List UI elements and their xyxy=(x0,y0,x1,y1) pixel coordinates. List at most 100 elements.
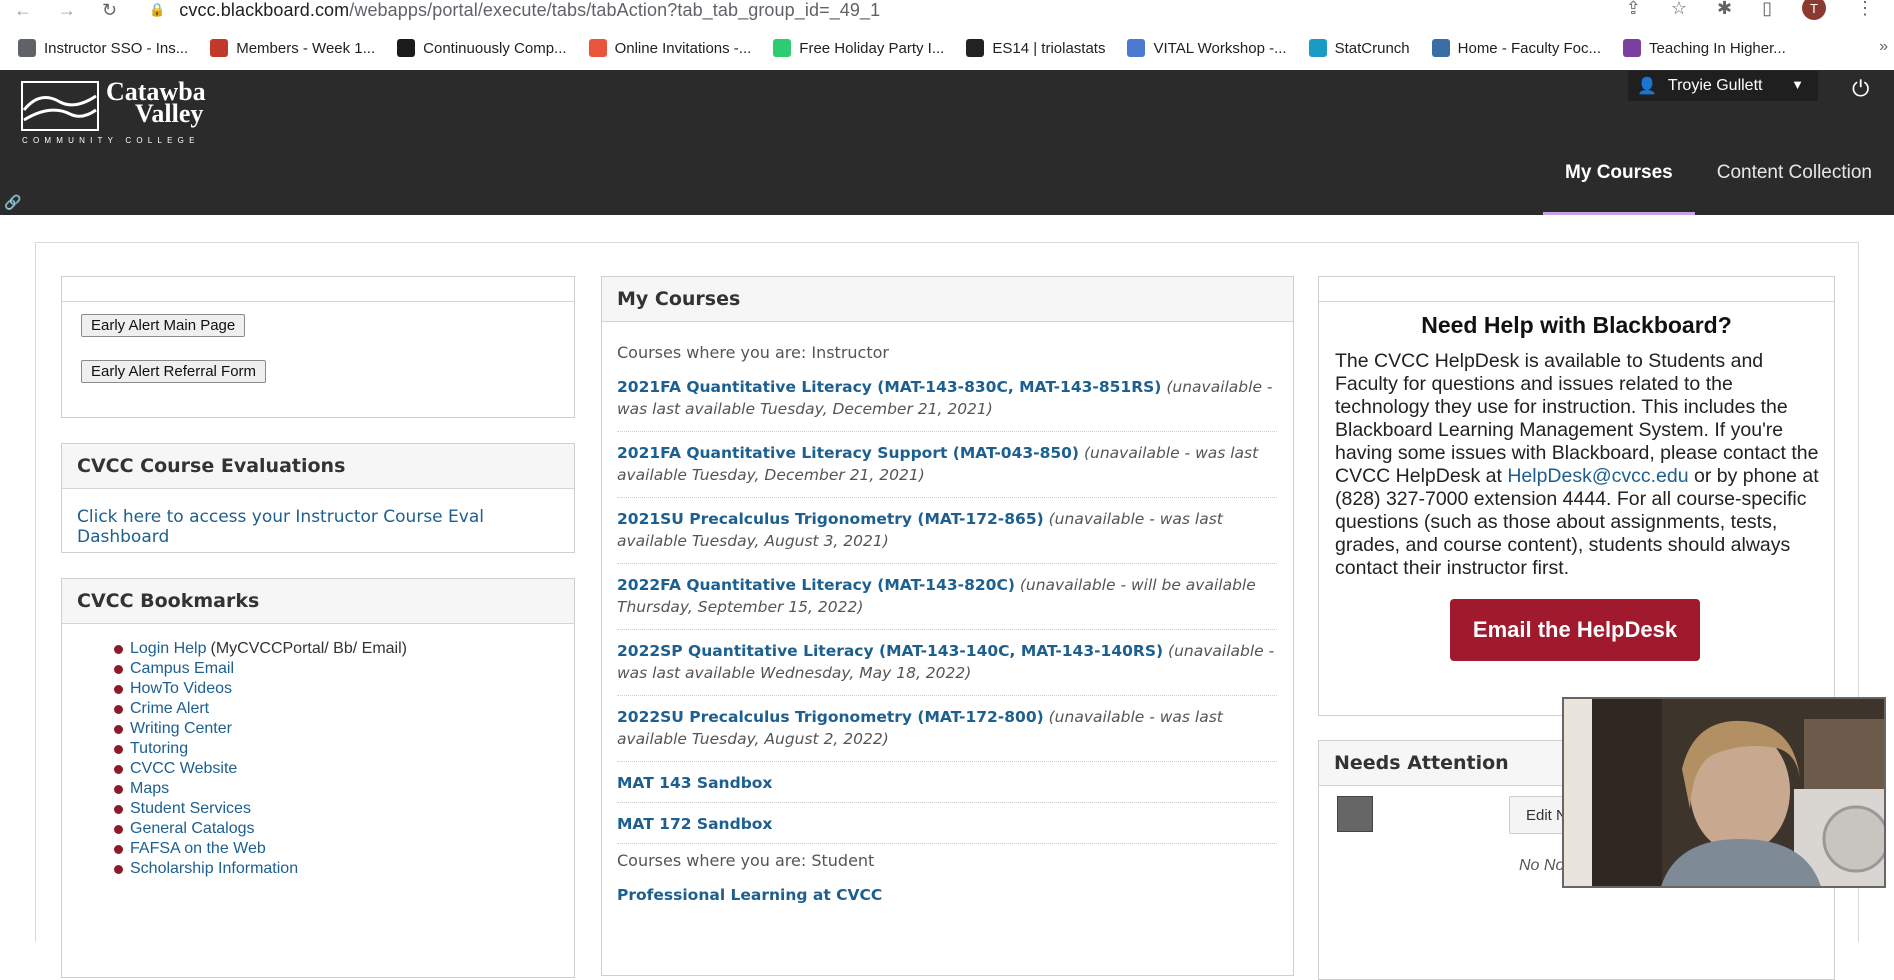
bookmark-item[interactable]: StatCrunch xyxy=(1308,39,1410,57)
bookmark-link[interactable]: Student Services xyxy=(130,800,251,818)
course-item: 2021SU Precalculus Trigonometry (MAT-172… xyxy=(617,506,1277,564)
bookmark-favicon-icon xyxy=(210,39,229,57)
course-link[interactable]: MAT 143 Sandbox xyxy=(617,774,772,792)
user-menu[interactable]: 👤 Troyie Gullett ▼ xyxy=(1628,71,1818,101)
bookmark-link[interactable]: Scholarship Information xyxy=(130,860,298,878)
role-heading: Courses where you are: Instructor xyxy=(617,343,889,362)
bookmark-link[interactable]: Crime Alert xyxy=(130,700,209,718)
course-link[interactable]: MAT 172 Sandbox xyxy=(617,815,772,833)
bookmark-link[interactable]: FAFSA on the Web xyxy=(130,840,266,858)
course-item: 2021FA Quantitative Literacy Support (MA… xyxy=(617,440,1277,498)
bookmark-item[interactable]: Home - Faculty Foc... xyxy=(1431,39,1602,57)
bookmark-item[interactable]: Members - Week 1... xyxy=(210,39,375,57)
bookmark-label: Instructor SSO - Ins... xyxy=(44,39,189,57)
link-icon[interactable]: 🔗 xyxy=(4,194,21,211)
helpdesk-email-link[interactable]: HelpDesk@cvcc.edu xyxy=(1507,465,1688,487)
bookmark-link-item[interactable]: Student Services xyxy=(114,799,407,819)
url-host: cvcc.blackboard.com xyxy=(179,0,350,20)
bookmark-link-item[interactable]: FAFSA on the Web xyxy=(114,839,407,859)
bookmark-link-item[interactable]: General Catalogs xyxy=(114,819,407,839)
cvcc-logo[interactable]: Catawba Valley COMMUNITY COLLEGE xyxy=(20,79,206,145)
course-link[interactable]: Professional Learning at CVCC xyxy=(617,886,882,904)
course-link[interactable]: 2021SU Precalculus Trigonometry (MAT-172… xyxy=(617,510,1044,528)
bullet-icon xyxy=(114,744,123,754)
user-icon: 👤 xyxy=(1637,78,1657,95)
course-link[interactable]: 2022SU Precalculus Trigonometry (MAT-172… xyxy=(617,708,1044,726)
extensions-icon[interactable]: ✱ xyxy=(1717,0,1732,19)
bookmark-item[interactable]: Free Holiday Party I... xyxy=(773,39,944,57)
bookmark-label: Teaching In Higher... xyxy=(1649,39,1786,57)
bookmark-favicon-icon xyxy=(397,39,416,57)
bookmark-link[interactable]: Campus Email xyxy=(130,660,234,678)
bookmark-link[interactable]: Login Help xyxy=(130,640,207,658)
reload-icon[interactable]: ↻ xyxy=(102,1,117,19)
user-name: Troyie Gullett xyxy=(1667,77,1763,94)
bookmark-item[interactable]: Online Invitations -... xyxy=(588,39,751,57)
course-link[interactable]: 2022SP Quantitative Literacy (MAT-143-14… xyxy=(617,642,1163,660)
bookmark-link-item[interactable]: HowTo Videos xyxy=(114,679,407,699)
course-item: 2021FA Quantitative Literacy (MAT-143-83… xyxy=(617,374,1277,432)
browser-nav: ← → ↻ xyxy=(0,1,117,19)
bookmark-link-item[interactable]: Scholarship Information xyxy=(114,859,407,879)
bookmark-link[interactable]: General Catalogs xyxy=(130,820,255,838)
tab-content-collection[interactable]: Content Collection xyxy=(1695,130,1894,215)
bookmark-link-item[interactable]: Crime Alert xyxy=(114,699,407,719)
bookmark-item[interactable]: Teaching In Higher... xyxy=(1623,39,1786,57)
bookmark-link[interactable]: Maps xyxy=(130,780,169,798)
email-helpdesk-button[interactable]: Email the HelpDesk xyxy=(1450,599,1700,661)
bookmark-link-item[interactable]: Maps xyxy=(114,779,407,799)
bookmark-link-item[interactable]: Tutoring xyxy=(114,739,407,759)
logout-icon[interactable]: ⏻ xyxy=(1852,76,1869,102)
bookmark-label: Continuously Comp... xyxy=(423,39,567,57)
star-icon[interactable]: ☆ xyxy=(1671,0,1687,19)
bookmark-link-item[interactable]: Login Help (MyCVCCPortal/ Bb/ Email) xyxy=(114,639,407,659)
course-link[interactable]: 2021FA Quantitative Literacy (MAT-143-83… xyxy=(617,378,1161,396)
address-bar[interactable]: cvcc.blackboard.com/webapps/portal/execu… xyxy=(179,0,880,21)
bullet-icon xyxy=(114,844,123,854)
help-module: Need Help with Blackboard? The CVCC Help… xyxy=(1318,276,1835,716)
bookmark-link-item[interactable]: Writing Center xyxy=(114,719,407,739)
sidepanel-icon[interactable]: ▯ xyxy=(1762,0,1772,19)
bookmark-link[interactable]: Writing Center xyxy=(130,720,232,738)
bullet-icon xyxy=(114,644,123,654)
help-text: The CVCC HelpDesk is available to Studen… xyxy=(1335,350,1825,580)
bookmark-link[interactable]: Tutoring xyxy=(130,740,188,758)
bookmark-link-item[interactable]: Campus Email xyxy=(114,659,407,679)
bookmark-item[interactable]: VITAL Workshop -... xyxy=(1127,39,1287,57)
back-icon[interactable]: ← xyxy=(14,1,32,19)
profile-avatar[interactable]: T xyxy=(1802,0,1826,20)
bookmarks-overflow-icon[interactable]: » xyxy=(1879,38,1888,56)
bookmark-item[interactable]: Instructor SSO - Ins... xyxy=(18,39,188,57)
bookmark-favicon-icon xyxy=(18,39,36,57)
bookmark-favicon-icon xyxy=(588,39,607,57)
no-items-text: No No xyxy=(1519,857,1565,874)
course-item: 2022FA Quantitative Literacy (MAT-143-82… xyxy=(617,572,1277,630)
bookmark-item[interactable]: ES14 | triolastats xyxy=(966,39,1105,57)
bookmark-label: ES14 | triolastats xyxy=(992,39,1106,57)
bookmark-label: Home - Faculty Foc... xyxy=(1457,39,1602,57)
menu-icon[interactable]: ⋮ xyxy=(1856,0,1874,19)
bullet-icon xyxy=(114,704,123,714)
bookmarks-list: Login Help (MyCVCCPortal/ Bb/ Email) Campu… xyxy=(114,639,407,879)
module-title: CVCC Course Evaluations xyxy=(62,444,574,489)
course-link[interactable]: 2021FA Quantitative Literacy Support (MA… xyxy=(617,444,1079,462)
webcam-overlay xyxy=(1562,697,1886,888)
tab-my-courses[interactable]: My Courses xyxy=(1543,130,1695,215)
bullet-icon xyxy=(114,804,123,814)
forward-icon[interactable]: → xyxy=(58,1,76,19)
bookmark-favicon-icon xyxy=(966,39,985,57)
early-alert-main-button[interactable]: Early Alert Main Page xyxy=(81,314,246,337)
bookmark-link[interactable]: HowTo Videos xyxy=(130,680,232,698)
bookmark-item[interactable]: Continuously Comp... xyxy=(397,39,567,57)
module-title: My Courses xyxy=(602,277,1293,322)
chevron-down-icon: ▼ xyxy=(1791,77,1804,92)
avatar xyxy=(1337,796,1373,832)
bookmark-link[interactable]: CVCC Website xyxy=(130,760,237,778)
early-alert-form-button[interactable]: Early Alert Referral Form xyxy=(81,360,267,383)
course-link[interactable]: 2022FA Quantitative Literacy (MAT-143-82… xyxy=(617,576,1015,594)
share-icon[interactable]: ⇪ xyxy=(1626,0,1641,19)
bookmark-link-item[interactable]: CVCC Website xyxy=(114,759,407,779)
browser-toolbar: ← → ↻ 🔒 cvcc.blackboard.com/webapps/port… xyxy=(0,0,1894,20)
lock-icon[interactable]: 🔒 xyxy=(149,2,165,18)
eval-dashboard-link[interactable]: Click here to access your Instructor Cou… xyxy=(77,507,574,547)
